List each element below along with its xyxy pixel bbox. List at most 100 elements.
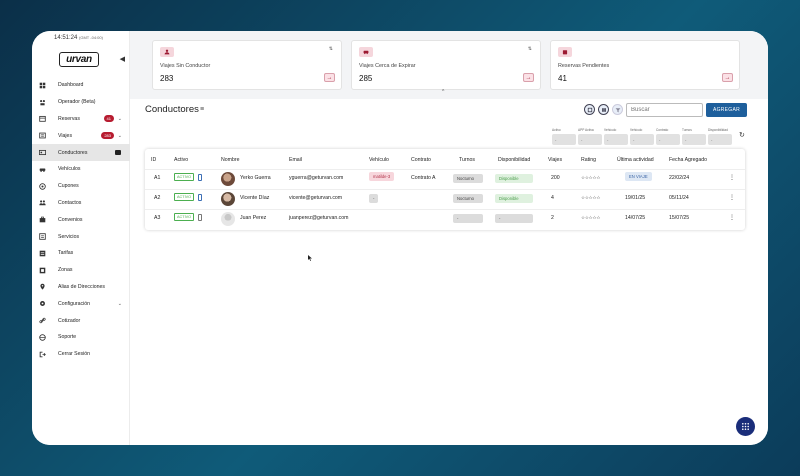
grid-icon bbox=[741, 422, 750, 431]
sidebar-item-soporte[interactable]: Soporte bbox=[32, 329, 130, 346]
card-viajes-sin-conductor[interactable]: ⇅ Viajes Sin Conductor 283 → bbox=[152, 40, 342, 90]
table-row[interactable]: A2 ACTIVO Vicente Díaz vicente@geturvan.com… bbox=[145, 189, 745, 209]
sidebar-item-configuracion[interactable]: Configuración ⌄ bbox=[32, 295, 130, 312]
filter-select[interactable]: Contrato - bbox=[656, 128, 680, 145]
chevron-down-icon[interactable]: ⌄ bbox=[118, 133, 122, 139]
availability-select[interactable]: - bbox=[495, 214, 533, 223]
chevron-up-icon[interactable]: ^ bbox=[442, 89, 444, 95]
search-input[interactable] bbox=[626, 103, 703, 117]
column-header[interactable]: Contrato bbox=[411, 157, 431, 163]
sidebar-item-cerrar-sesion[interactable]: Cerrar Sesión bbox=[32, 346, 130, 363]
car-icon bbox=[359, 47, 373, 57]
cell-name[interactable]: Vicente Díaz bbox=[240, 195, 269, 201]
filter-value[interactable]: - bbox=[630, 134, 654, 145]
column-header[interactable]: Activo bbox=[174, 157, 188, 163]
drivers-icon bbox=[38, 149, 46, 157]
filter-select[interactable]: Disponibilidad - bbox=[708, 128, 732, 145]
apps-menu-button[interactable] bbox=[736, 417, 755, 436]
more-options-icon[interactable]: ⋮ bbox=[729, 214, 735, 221]
shift-select[interactable]: - bbox=[453, 214, 483, 223]
chevron-down-icon[interactable]: ⌄ bbox=[118, 301, 122, 307]
sidebar-item-contactos[interactable]: Contactos bbox=[32, 195, 130, 212]
sidebar-item-operador-beta[interactable]: Operador (Beta) bbox=[32, 94, 130, 111]
column-header[interactable]: Turnos bbox=[459, 157, 475, 163]
sidebar-item-dashboard[interactable]: Dashboard bbox=[32, 77, 130, 94]
sort-icon[interactable]: ⇅ bbox=[528, 46, 532, 52]
filter-value[interactable]: - bbox=[604, 134, 628, 145]
sidebar-item-cupones[interactable]: Cupones bbox=[32, 178, 130, 195]
cell-name[interactable]: Juan Perez bbox=[240, 215, 266, 221]
column-header[interactable]: Nombre bbox=[221, 157, 239, 163]
cell-email: juanperez@geturvan.com bbox=[289, 215, 349, 221]
more-options-icon[interactable]: ⋮ bbox=[729, 174, 735, 181]
sidebar-item-tarifas[interactable]: Tarifas bbox=[32, 245, 130, 262]
column-header[interactable]: ID bbox=[151, 157, 156, 163]
table-row[interactable]: A1 ACTIVO Yerko Guerra yguerra@geturvan.com… bbox=[145, 169, 745, 189]
sidebar-item-reservas[interactable]: Reservas 41 ⌄ bbox=[32, 111, 130, 128]
filter-value[interactable]: - bbox=[656, 134, 680, 145]
active-badge[interactable]: ACTIVO bbox=[174, 173, 195, 181]
sidebar-item-label: Contactos bbox=[58, 199, 82, 206]
sidebar-item-vehiculos[interactable]: Vehículos bbox=[32, 161, 130, 178]
more-options-icon[interactable]: ⋮ bbox=[729, 194, 735, 201]
column-header[interactable]: Vehículo bbox=[369, 157, 389, 163]
column-header[interactable]: Rating bbox=[581, 157, 596, 163]
sidebar-item-viajes[interactable]: Viajes 283 ⌄ bbox=[32, 127, 130, 144]
vehicle-chip[interactable]: - bbox=[369, 194, 379, 203]
filter-select[interactable]: Turnos - bbox=[682, 128, 706, 145]
sort-icon[interactable]: ⇅ bbox=[329, 46, 333, 52]
cell-name[interactable]: Yerko Guerra bbox=[240, 175, 271, 181]
sidebar-item-cotizador[interactable]: Cotizador bbox=[32, 312, 130, 329]
column-header[interactable]: Disponibilidad bbox=[498, 157, 530, 163]
shift-select[interactable]: Nocturno bbox=[453, 174, 483, 183]
filter-value[interactable]: - bbox=[578, 134, 602, 145]
chevron-down-icon[interactable]: ⌄ bbox=[118, 116, 122, 122]
add-button[interactable]: AGREGAR bbox=[706, 103, 747, 117]
columns-icon[interactable] bbox=[598, 104, 609, 115]
card-viajes-cerca-expirar[interactable]: ⇅ Viajes Cerca de Expirar 285 → bbox=[351, 40, 541, 90]
cell-trips: 2 bbox=[551, 215, 554, 221]
card-title: Viajes Sin Conductor bbox=[160, 63, 211, 69]
column-header[interactable]: Email bbox=[289, 157, 302, 163]
sidebar-item-convenios[interactable]: Convenios bbox=[32, 211, 130, 228]
sidebar-item-conductores[interactable]: Conductores bbox=[32, 144, 130, 161]
column-header[interactable]: Fecha Agregado bbox=[669, 157, 707, 163]
active-badge[interactable]: ACTIVO bbox=[174, 193, 195, 201]
vehicle-chip[interactable]: matilde-3 bbox=[369, 172, 395, 181]
arrow-right-icon[interactable]: → bbox=[523, 73, 534, 82]
cell-trips: 200 bbox=[551, 175, 560, 181]
filter-select[interactable]: Vehículo - bbox=[604, 128, 628, 145]
card-reservas-pendientes[interactable]: Reservas Pendientes 41 → bbox=[550, 40, 740, 90]
table-row[interactable]: A3 ACTIVO Juan Perez juanperez@geturvan.com… bbox=[145, 209, 745, 229]
filter-value[interactable]: - bbox=[682, 134, 706, 145]
filter-icon[interactable] bbox=[612, 104, 623, 115]
filter-select[interactable]: Vehículo - bbox=[630, 128, 654, 145]
sidebar-item-label: Reservas bbox=[58, 115, 80, 122]
count-badge: 283 bbox=[101, 132, 114, 140]
availability-select[interactable]: Disponible bbox=[495, 174, 533, 183]
arrow-right-icon[interactable]: → bbox=[324, 73, 335, 82]
column-header[interactable]: Última actividad bbox=[617, 157, 654, 163]
filter-select[interactable]: APP Activa - bbox=[578, 128, 602, 145]
refresh-icon[interactable]: ↻ bbox=[739, 131, 745, 139]
mouse-cursor-icon bbox=[308, 255, 312, 261]
sidebar-item-servicios[interactable]: Servicios bbox=[32, 228, 130, 245]
cell-date-added: 05/11/24 bbox=[669, 195, 689, 201]
export-icon[interactable] bbox=[584, 104, 595, 115]
column-header[interactable]: Viajes bbox=[548, 157, 562, 163]
arrow-right-icon[interactable]: → bbox=[722, 73, 733, 82]
filter-value[interactable]: - bbox=[708, 134, 732, 145]
collapse-sidebar-icon[interactable]: ◀ bbox=[120, 55, 125, 63]
list-icon[interactable]: ≡ bbox=[200, 106, 204, 113]
sidebar-item-label: Vehículos bbox=[58, 166, 81, 173]
active-badge[interactable]: ACTIVO bbox=[174, 213, 195, 221]
sidebar-item-zonas[interactable]: Zonas bbox=[32, 262, 130, 279]
shift-select[interactable]: Nocturno bbox=[453, 194, 483, 203]
urvan-logo[interactable]: urvan bbox=[59, 51, 99, 67]
summary-cards: ⇅ Viajes Sin Conductor 283 → ⇅ Viajes Ce… bbox=[130, 31, 768, 99]
sidebar-item-alias-de-direcciones[interactable]: Alias de Direcciones bbox=[32, 279, 130, 296]
availability-select[interactable]: Disponible bbox=[495, 194, 533, 203]
filter-value[interactable]: - bbox=[552, 134, 576, 145]
sidebar-item-label: Tarifas bbox=[58, 250, 74, 257]
filter-select[interactable]: Activo - bbox=[552, 128, 576, 145]
